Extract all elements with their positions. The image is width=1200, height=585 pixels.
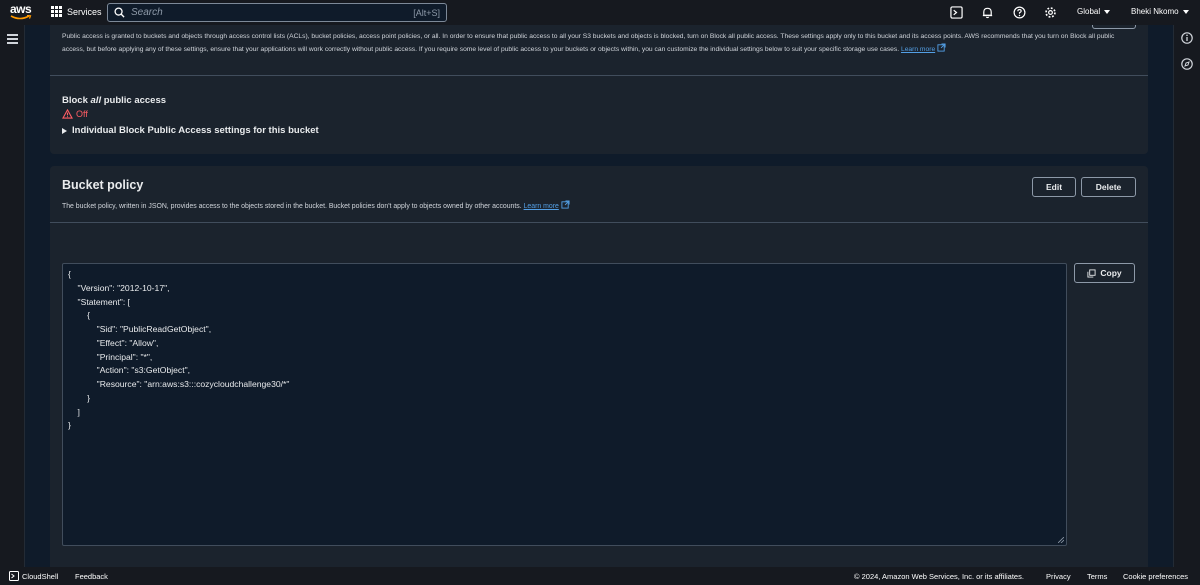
search-input[interactable] xyxy=(131,7,414,18)
block-public-access-description: Public access is granted to buckets and … xyxy=(62,32,1136,55)
menu-hamburger-icon[interactable] xyxy=(7,34,18,46)
individual-settings-expander[interactable]: Individual Block Public Access settings … xyxy=(62,125,319,136)
copy-icon xyxy=(1087,268,1096,278)
learn-more-link[interactable]: Learn more xyxy=(524,203,559,210)
cloudshell-button[interactable]: CloudShell xyxy=(9,571,58,581)
services-label: Services xyxy=(67,6,102,17)
cloudshell-icon[interactable] xyxy=(950,6,963,19)
bucket-policy-description: The bucket policy, written in JSON, prov… xyxy=(62,200,570,210)
main-content: Public access is granted to buckets and … xyxy=(25,25,1173,567)
block-all-public-access-heading: Block all public access xyxy=(62,95,166,106)
heading-prefix: Block xyxy=(62,95,88,106)
edit-button[interactable]: Edit xyxy=(1032,177,1076,197)
terms-link[interactable]: Terms xyxy=(1087,572,1107,581)
intro-text: Public access is granted to buckets and … xyxy=(62,33,1115,53)
aws-logo-text: aws xyxy=(10,2,32,16)
user-name: Bheki Nkomo xyxy=(1131,7,1179,16)
services-menu[interactable]: Services xyxy=(51,6,102,17)
feedback-compass-icon[interactable] xyxy=(1181,58,1193,70)
policy-code-editor[interactable]: { "Version": "2012-10-17", "Statement": … xyxy=(62,263,1067,546)
feedback-link[interactable]: Feedback xyxy=(75,572,108,581)
search-shortcut: [Alt+S] xyxy=(413,7,440,18)
notifications-bell-icon[interactable] xyxy=(981,6,994,19)
info-icon[interactable] xyxy=(1181,32,1193,44)
cloudshell-label: CloudShell xyxy=(22,571,59,581)
learn-more-link[interactable]: Learn more xyxy=(901,46,935,53)
external-link-icon xyxy=(937,42,946,52)
status-text: Off xyxy=(76,109,88,119)
expander-label: Individual Block Public Access settings … xyxy=(72,125,319,136)
cookie-preferences-link[interactable]: Cookie preferences xyxy=(1123,572,1188,581)
divider xyxy=(50,75,1148,76)
edit-button-partial[interactable] xyxy=(1092,25,1136,29)
chevron-down-icon xyxy=(1104,9,1111,14)
bucket-policy-panel: Bucket policy The bucket policy, written… xyxy=(50,166,1148,567)
heading-emphasis: all xyxy=(90,95,102,106)
search-icon xyxy=(114,7,125,18)
user-menu[interactable]: Bheki Nkomo xyxy=(1131,7,1189,16)
copy-button[interactable]: Copy xyxy=(1074,263,1135,283)
external-link-icon xyxy=(561,200,570,209)
left-sidebar xyxy=(0,25,25,567)
region-label: Global xyxy=(1077,7,1101,16)
description-text: The bucket policy, written in JSON, prov… xyxy=(62,203,522,210)
resize-handle-icon[interactable] xyxy=(1058,537,1064,543)
help-icon[interactable] xyxy=(1013,6,1026,19)
copy-label: Copy xyxy=(1100,268,1122,278)
warning-icon xyxy=(62,109,73,119)
aws-logo[interactable]: aws xyxy=(10,3,34,22)
bucket-policy-heading: Bucket policy xyxy=(62,178,144,192)
chevron-down-icon xyxy=(1182,9,1189,14)
copyright-text: © 2024, Amazon Web Services, Inc. or its… xyxy=(854,572,1024,581)
search-box[interactable]: [Alt+S] xyxy=(107,3,447,22)
settings-gear-icon[interactable] xyxy=(1044,6,1057,19)
divider xyxy=(50,222,1148,223)
privacy-link[interactable]: Privacy xyxy=(1046,572,1071,581)
status-off: Off xyxy=(62,109,88,119)
apps-grid-icon xyxy=(51,6,62,17)
cloudshell-icon xyxy=(9,571,19,581)
caret-right-icon xyxy=(62,127,67,134)
heading-suffix: public access xyxy=(103,95,167,106)
footer: CloudShell Feedback © 2024, Amazon Web S… xyxy=(0,567,1200,585)
policy-json: { "Version": "2012-10-17", "Statement": … xyxy=(68,269,290,431)
block-public-access-panel: Public access is granted to buckets and … xyxy=(50,25,1148,154)
delete-button[interactable]: Delete xyxy=(1081,177,1136,197)
top-navigation: aws Services [Alt+S] Globa xyxy=(0,0,1200,25)
region-selector[interactable]: Global xyxy=(1077,7,1111,16)
right-sidebar xyxy=(1173,25,1200,567)
